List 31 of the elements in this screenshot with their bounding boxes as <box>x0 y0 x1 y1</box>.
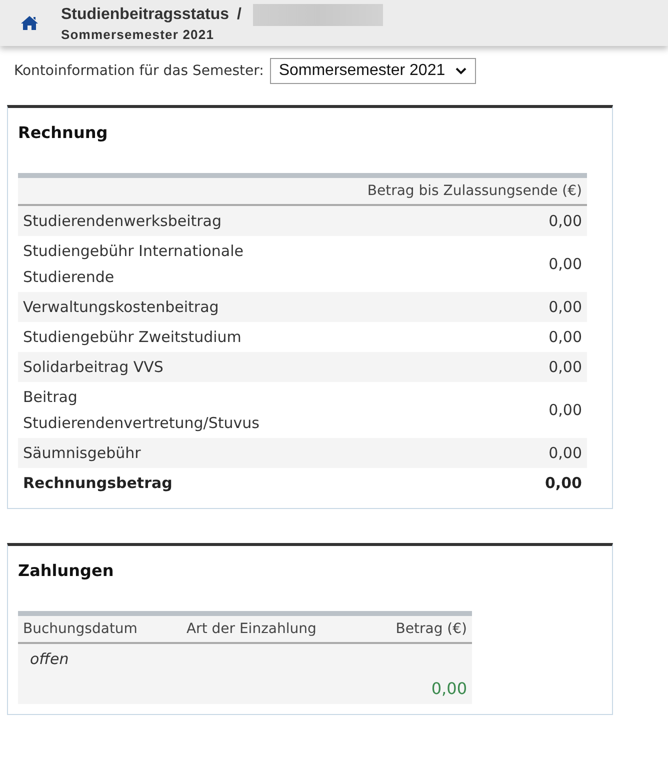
payment-amount: 0,00 <box>431 679 467 698</box>
semester-dropdown[interactable]: Sommersemester 2021 <box>270 58 476 84</box>
breadcrumb-separator: / <box>237 6 242 24</box>
fee-label: Verwaltungskostenbeitrag <box>18 292 288 322</box>
column-header: Betrag bis Zulassungsende (€) <box>288 176 587 205</box>
fee-amount: 0,00 <box>288 352 587 382</box>
fee-label: Studierendenwerksbeitrag <box>18 205 288 236</box>
fee-amount: 0,00 <box>288 292 587 322</box>
fee-amount: 0,00 <box>288 205 587 236</box>
fee-label: Säumnisgebühr <box>18 438 288 468</box>
total-amount: 0,00 <box>288 468 587 498</box>
fee-label: Studiengebühr Internationale Studierende <box>18 236 288 292</box>
fee-amount: 0,00 <box>288 236 587 292</box>
column-header: Art der Einzahlung <box>181 614 366 643</box>
page-subtitle: Sommersemester 2021 <box>61 27 216 42</box>
fee-amount: 0,00 <box>288 382 587 438</box>
total-label: Rechnungsbetrag <box>18 468 288 498</box>
home-icon[interactable] <box>20 15 39 31</box>
fee-amount: 0,00 <box>288 438 587 468</box>
column-header: Buchungsdatum <box>18 614 182 643</box>
status-label: offen <box>30 650 69 668</box>
fee-label: Studiengebühr Zweitstudium <box>18 322 288 352</box>
chevron-down-icon <box>454 67 467 75</box>
column-header: Betrag (€) <box>365 614 472 643</box>
fee-label: Solidarbeitrag VVS <box>18 352 288 382</box>
section-title: Rechnung <box>18 123 109 142</box>
fee-amount: 0,00 <box>288 322 587 352</box>
fee-label: Beitrag Studierendenvertretung/Stuvus <box>18 382 288 438</box>
page-title: Studienbeitragsstatus <box>61 6 230 24</box>
section-title: Zahlungen <box>18 561 115 580</box>
semester-label: Kontoinformation für das Semester: <box>14 63 264 79</box>
